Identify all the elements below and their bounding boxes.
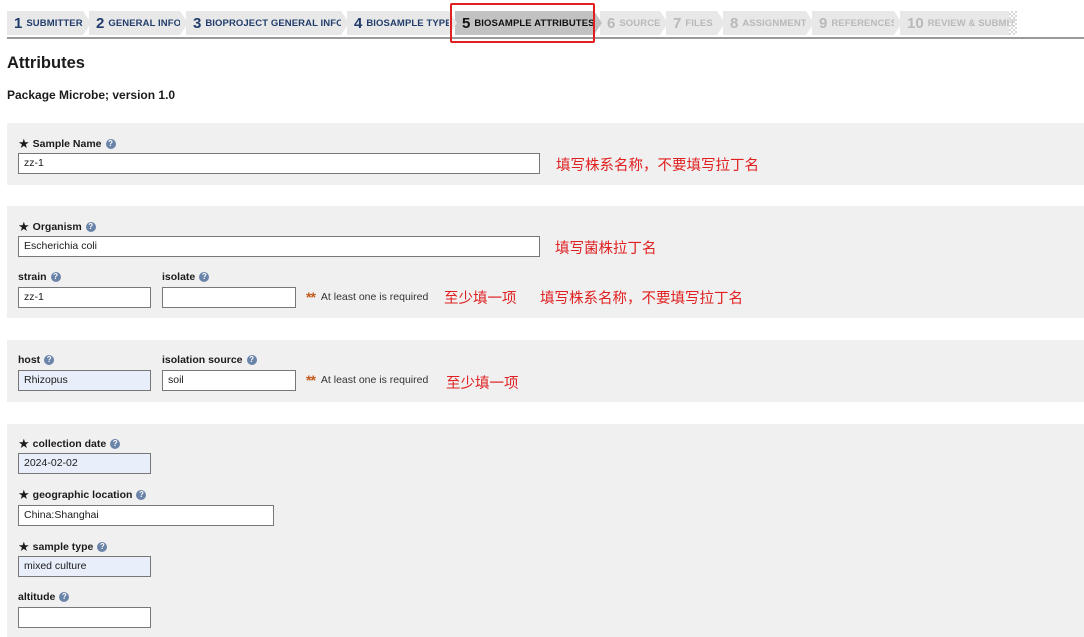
page-title: Attributes [7, 54, 85, 72]
star-icon: ★ [18, 487, 30, 502]
current-step-highlight [450, 3, 595, 43]
step-number: 8 [730, 14, 739, 32]
step-submitter[interactable]: 1 SUBMITTER [7, 11, 91, 35]
isolate-label: isolate ? [162, 271, 210, 283]
step-label: FILES [685, 17, 713, 29]
step-label: REFERENCES [831, 17, 898, 29]
step-number: 4 [354, 14, 363, 32]
step-biosample-type[interactable]: 4 BIOSAMPLE TYPE [347, 11, 457, 35]
help-icon[interactable]: ? [246, 355, 257, 365]
step-bioproject-general-info[interactable]: 3 BIOPROJECT GENERAL INFO [186, 11, 349, 35]
help-icon[interactable]: ? [44, 355, 55, 365]
step-number: 3 [193, 14, 202, 32]
step-number: 9 [819, 14, 828, 32]
help-icon[interactable]: ? [136, 490, 147, 500]
strain-label: strain ? [18, 271, 61, 283]
step-number: 6 [607, 14, 616, 32]
step-files[interactable]: 7 FILES [666, 11, 725, 35]
step-number: 7 [673, 14, 682, 32]
field-label-text: sample type [32, 541, 94, 553]
double-star-icon: ** [306, 289, 316, 305]
step-label: SOURCE [619, 17, 661, 29]
annotation-host-either: 至少填一项 [446, 376, 519, 392]
step-number: 1 [14, 14, 23, 32]
field-label-text: altitude [18, 591, 56, 603]
step-label: SUBMITTER [26, 17, 83, 29]
altitude-label: altitude ? [18, 591, 70, 603]
altitude-input[interactable] [18, 607, 151, 628]
field-label-text: host [18, 354, 41, 366]
field-label-text: isolate [162, 271, 196, 283]
help-icon[interactable]: ? [85, 222, 96, 232]
annotation-strain-name: 填写株系名称，不要填写拉丁名 [540, 291, 743, 307]
field-label-text: Organism [32, 221, 82, 233]
required-note-text: At least one is required [320, 291, 429, 303]
annotation-organism: 填写菌株拉丁名 [555, 241, 657, 257]
organism-panel: ★ Organism ? Escherichia coli 填写菌株拉丁名 st… [7, 206, 1084, 318]
package-version: Package Microbe; version 1.0 [7, 88, 176, 102]
star-icon: ★ [18, 436, 30, 451]
either-required-note: ** At least one is required [306, 372, 428, 388]
star-icon: ★ [18, 539, 30, 554]
organism-label: ★ Organism ? [18, 219, 96, 235]
host-panel: host ? Rhizopus isolation source ? soil … [7, 340, 1084, 402]
collection-date-label: ★ collection date ? [18, 436, 121, 452]
step-assignment[interactable]: 8 ASSIGNMENT [723, 11, 814, 35]
required-note-text: At least one is required [320, 374, 429, 386]
sample-name-panel: ★ Sample Name ? zz-1 填写株系名称，不要填写拉丁名 [7, 123, 1084, 185]
field-label-text: geographic location [32, 489, 133, 501]
isolate-input[interactable] [162, 287, 296, 308]
field-label-text: collection date [32, 438, 107, 450]
field-label-text: isolation source [162, 354, 243, 366]
step-label: GENERAL INFO [108, 17, 182, 29]
organism-input[interactable]: Escherichia coli [18, 236, 540, 257]
step-label: BIOSAMPLE TYPE [366, 17, 452, 29]
either-required-note: ** At least one is required [306, 289, 428, 305]
help-icon[interactable]: ? [110, 439, 121, 449]
step-review-submit[interactable]: 10 REVIEW & SUBMIT [900, 11, 1017, 35]
step-label: REVIEW & SUBMIT [927, 17, 1016, 29]
double-star-icon: ** [306, 372, 316, 388]
sample-name-input[interactable]: zz-1 [18, 153, 540, 174]
host-label: host ? [18, 354, 55, 366]
isolation-source-input[interactable]: soil [162, 370, 296, 391]
step-source[interactable]: 6 SOURCE [600, 11, 668, 35]
collection-date-input[interactable]: 2024-02-02 [18, 453, 151, 474]
step-number: 10 [907, 14, 924, 32]
step-references[interactable]: 9 REFERENCES [812, 11, 902, 35]
step-label: ASSIGNMENT [742, 17, 807, 29]
host-input[interactable]: Rhizopus [18, 370, 151, 391]
help-icon[interactable]: ? [59, 592, 70, 602]
sample-name-label: ★ Sample Name ? [18, 136, 116, 152]
step-general-info[interactable]: 2 GENERAL INFO [89, 11, 188, 35]
sample-details-panel: ★ collection date ? 2024-02-02 ★ geograp… [7, 424, 1084, 637]
annotation-strain-either: 至少填一项 [444, 291, 517, 307]
isolation-source-label: isolation source ? [162, 354, 257, 366]
help-icon[interactable]: ? [105, 139, 116, 149]
step-number: 2 [96, 14, 105, 32]
field-label-text: strain [18, 271, 47, 283]
help-icon[interactable]: ? [199, 272, 210, 282]
sample-type-input[interactable]: mixed culture [18, 556, 151, 577]
star-icon: ★ [18, 136, 30, 151]
help-icon[interactable]: ? [97, 542, 108, 552]
help-icon[interactable]: ? [50, 272, 61, 282]
sample-type-label: ★ sample type ? [18, 539, 108, 555]
field-label-text: Sample Name [32, 138, 102, 150]
star-icon: ★ [18, 219, 30, 234]
strain-input[interactable]: zz-1 [18, 287, 151, 308]
step-label: BIOPROJECT GENERAL INFO [205, 17, 344, 29]
geographic-location-input[interactable]: China:Shanghai [18, 505, 274, 526]
annotation-sample-name: 填写株系名称，不要填写拉丁名 [556, 158, 759, 174]
geographic-location-label: ★ geographic location ? [18, 487, 147, 503]
